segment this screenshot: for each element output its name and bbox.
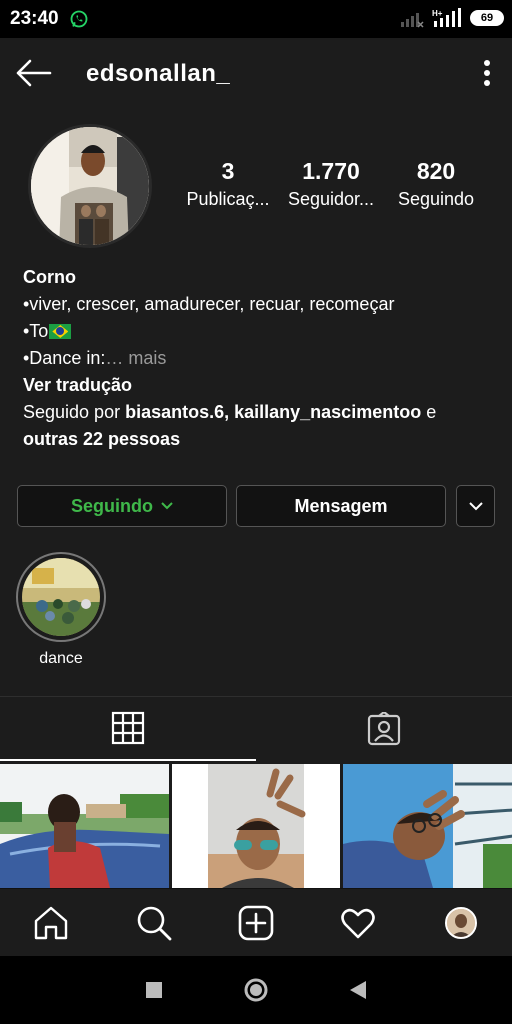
profile-header: edsonallan_ (0, 38, 512, 110)
tab-tagged[interactable] (256, 697, 512, 761)
add-post-icon (238, 905, 274, 940)
profile-avatar[interactable] (28, 124, 152, 248)
arrow-left-icon[interactable] (14, 58, 54, 88)
bio-line-text: •Dance in: (23, 348, 106, 368)
heart-icon (341, 908, 376, 938)
recent-apps-icon[interactable] (145, 981, 163, 999)
stat-label: Publicaç... (186, 189, 270, 209)
profile-bio: Corno •viver, crescer, amadurecer, recua… (23, 264, 493, 453)
back-triangle-icon[interactable] (349, 980, 367, 1000)
nav-home[interactable] (26, 898, 76, 948)
followed-by-prefix: Seguido por (23, 402, 126, 422)
profile-name: Corno (23, 267, 76, 287)
followed-by-others[interactable]: outras 22 pessoas (23, 426, 493, 453)
profile-username: edsonallan_ (86, 60, 231, 87)
signal-weak-icon (401, 13, 424, 28)
bottom-navigation (0, 888, 512, 956)
message-button[interactable]: Mensagem (236, 485, 446, 527)
brazil-flag-icon (49, 324, 72, 339)
more-vertical-icon[interactable] (480, 58, 494, 88)
avatar (444, 906, 477, 939)
whatsapp-icon (70, 10, 88, 28)
stat-value: 1.770 (302, 158, 360, 184)
highlight-cover (22, 558, 100, 636)
stat-posts[interactable]: 3 Publicaç... (180, 158, 276, 210)
avatar-photo (31, 127, 149, 245)
bio-line[interactable]: •Dance in:… mais (23, 345, 493, 372)
highlight-ring (16, 552, 106, 642)
profile-stats: 3 Publicaç... 1.770 Seguidor... 820 Segu… (180, 158, 490, 210)
highlight-label: dance (39, 650, 83, 667)
message-label: Mensagem (294, 495, 388, 516)
translate-link[interactable]: Ver tradução (23, 372, 493, 399)
profile-screen: edsonallan_ 3 Publicaç... 1.770 Seguidor… (0, 38, 512, 956)
battery-indicator: 69 (470, 10, 504, 26)
grid-icon (111, 711, 145, 745)
post-thumbnail[interactable] (343, 764, 512, 888)
post-thumbnail[interactable] (0, 764, 169, 888)
person-tag-icon (367, 712, 401, 746)
signal-icon: H+ (432, 8, 461, 27)
nav-profile[interactable] (436, 898, 486, 948)
stat-following[interactable]: 820 Seguindo (386, 158, 486, 210)
search-icon (137, 906, 171, 940)
bio-line: •To (23, 318, 493, 345)
profile-tabs (0, 696, 512, 761)
home-circle-icon[interactable] (243, 977, 269, 1003)
followed-by-users: biasantos.6, kaillany_nascimentoo (125, 402, 422, 422)
bio-line-text: •To (23, 321, 49, 341)
system-navigation-bar (0, 956, 512, 1024)
status-bar: 23:40 H+ 69 (0, 0, 512, 38)
post-thumbnail[interactable] (171, 764, 341, 888)
stat-value: 820 (416, 158, 456, 184)
stat-value: 3 (221, 158, 235, 184)
more-link[interactable]: … mais (105, 348, 166, 368)
following-button[interactable]: Seguindo (17, 485, 227, 527)
stat-followers[interactable]: 1.770 Seguidor... (276, 158, 386, 210)
bio-line: •viver, crescer, amadurecer, recuar, rec… (23, 294, 395, 314)
svg-text:H+: H+ (432, 9, 443, 18)
status-time: 23:40 (10, 8, 59, 29)
home-icon (34, 906, 68, 939)
stat-label: Seguindo (397, 189, 475, 209)
story-highlight[interactable]: dance (16, 552, 106, 668)
nav-search[interactable] (129, 898, 179, 948)
following-label: Seguindo (71, 495, 153, 516)
stat-label: Seguidor... (287, 189, 375, 209)
suggestions-dropdown-button[interactable] (456, 485, 495, 527)
post-grid (0, 764, 512, 888)
followed-by[interactable]: Seguido por biasantos.6, kaillany_nascim… (23, 399, 493, 426)
nav-add-post[interactable] (231, 898, 281, 948)
chevron-down-icon (468, 501, 483, 510)
status-icons: H+ 69 (400, 8, 504, 28)
nav-activity[interactable] (333, 898, 383, 948)
followed-by-and: e (421, 402, 437, 422)
chevron-down-icon (161, 502, 173, 510)
tab-grid[interactable] (0, 697, 256, 761)
